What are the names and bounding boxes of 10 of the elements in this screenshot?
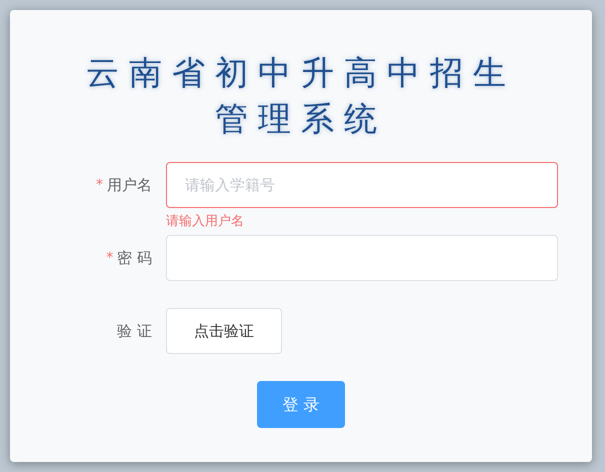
required-asterisk-icon: * [106,251,114,265]
app-title: 管理系统 [215,98,387,140]
field-label: 用户名 [107,174,152,196]
field-label: 验 证 [117,320,152,342]
app-title: 云南省初中升高中招生 [86,52,516,94]
required-asterisk-icon: * [96,178,103,192]
input-field[interactable]: 请输入学籍号 [166,162,558,208]
field-label: 密 码 [117,248,152,269]
verify-button[interactable]: 点击验证 [166,308,282,354]
error-message: 请输入用户名 [166,213,245,231]
